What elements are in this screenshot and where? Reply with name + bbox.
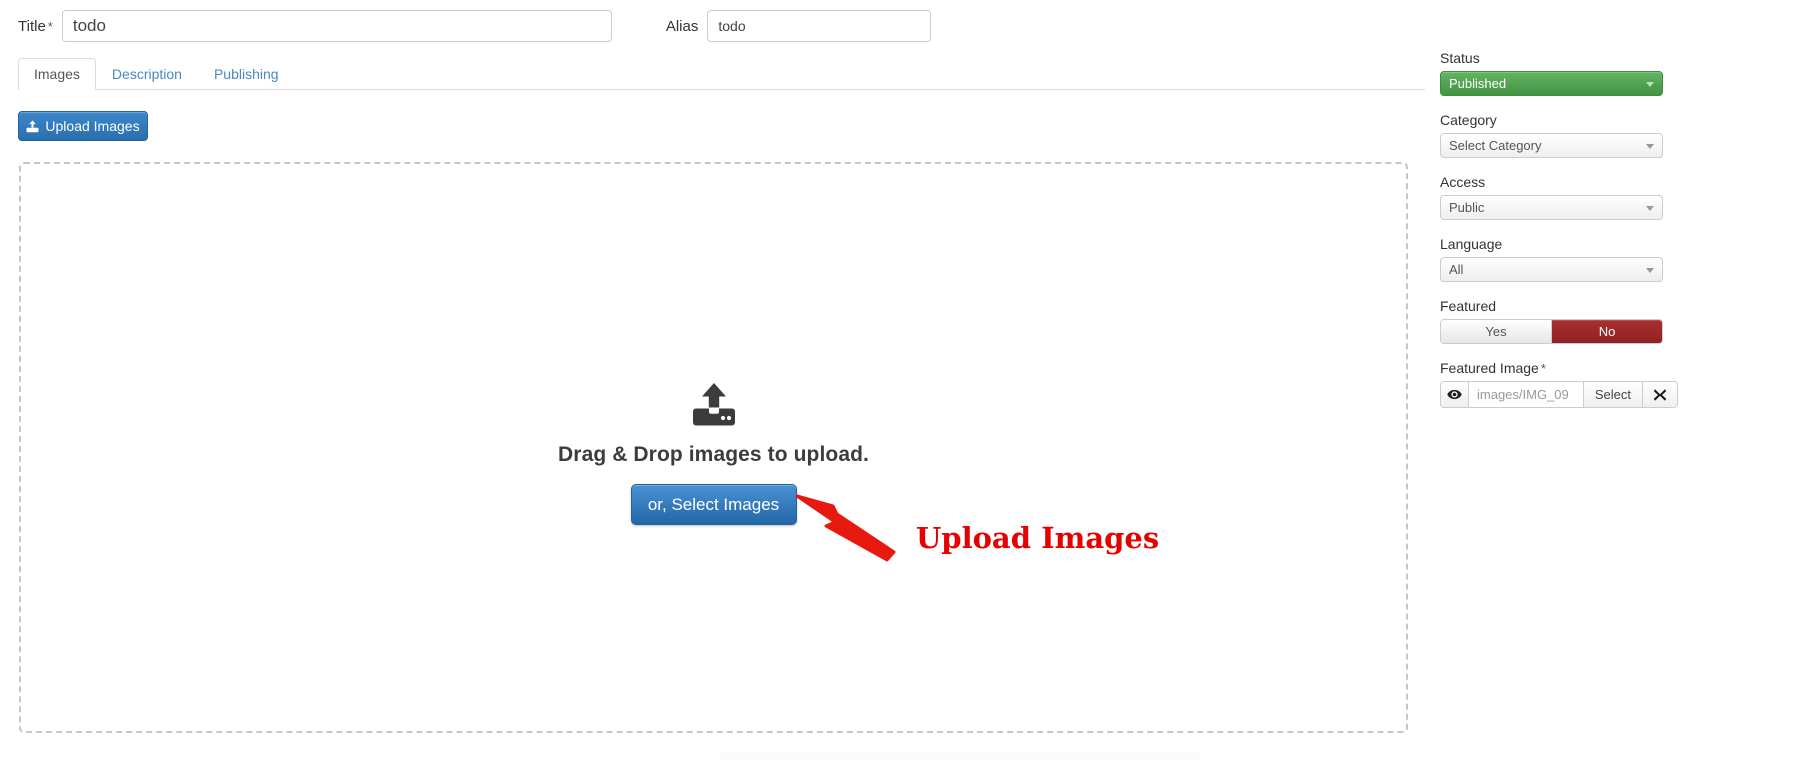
language-select[interactable]: All [1440,257,1663,282]
alias-input[interactable] [707,10,932,42]
sidebar: Status Published Category Select Categor… [1440,50,1680,424]
tab-publishing[interactable]: Publishing [198,58,295,90]
category-value: Select Category [1449,138,1542,153]
language-value: All [1449,262,1464,277]
tab-images[interactable]: Images [18,58,96,90]
annotation-label: Upload Images [916,521,1160,555]
chevron-down-icon [1646,143,1654,149]
featured-label: Featured [1440,298,1497,314]
language-label: Language [1440,236,1503,252]
close-x-icon[interactable] [1643,382,1677,407]
title-required-marker: * [47,18,53,34]
chevron-down-icon [1646,81,1654,87]
article-edit-page: Title* Alias Images Description Publishi… [0,0,1808,760]
chevron-down-icon [1646,205,1654,211]
category-group: Category Select Category [1440,112,1680,158]
upload-images-label: Upload Images [45,118,140,134]
title-alias-row: Title* Alias [0,0,1808,52]
category-select[interactable]: Select Category [1440,133,1663,158]
editor-tabs: Images Description Publishing [18,58,1425,90]
select-images-button[interactable]: or, Select Images [630,484,797,525]
featured-toggle: Yes No [1440,319,1663,344]
upload-icon [26,119,39,133]
category-label: Category [1440,112,1497,128]
featured-group: Featured Yes No [1440,298,1680,344]
below-dropzone-shade [720,752,1200,760]
title-input[interactable] [61,10,612,42]
dropzone-content: Drag & Drop images to upload. or, Select… [21,382,1406,525]
access-label: Access [1440,174,1486,190]
status-label: Status [1440,50,1480,66]
access-value: Public [1449,200,1485,215]
featured-yes-button[interactable]: Yes [1441,320,1552,343]
dropzone-message: Drag & Drop images to upload. [558,443,869,466]
status-value: Published [1449,76,1507,91]
featured-image-required-marker: * [1540,361,1546,376]
featured-image-path[interactable]: images/IMG_09 [1469,382,1584,407]
upload-images-button[interactable]: Upload Images [18,111,148,141]
alias-label: Alias [665,17,699,35]
featured-image-input-group: images/IMG_09 Select [1440,381,1678,408]
title-label: Title * [18,17,53,35]
eye-icon[interactable] [1441,382,1469,407]
featured-image-group: Featured Image * images/IMG_09 Select [1440,360,1680,408]
red-arrow-icon [795,492,905,567]
featured-image-label: Featured Image * [1440,360,1546,376]
image-dropzone[interactable]: Drag & Drop images to upload. or, Select… [19,162,1408,733]
inbox-upload-icon [692,382,736,427]
status-group: Status Published [1440,50,1680,96]
status-select[interactable]: Published [1440,71,1663,96]
access-select[interactable]: Public [1440,195,1663,220]
featured-no-button[interactable]: No [1552,320,1662,343]
featured-image-select-button[interactable]: Select [1583,382,1643,407]
chevron-down-icon [1646,267,1654,273]
tab-description[interactable]: Description [96,58,198,90]
language-group: Language All [1440,236,1680,282]
access-group: Access Public [1440,174,1680,220]
